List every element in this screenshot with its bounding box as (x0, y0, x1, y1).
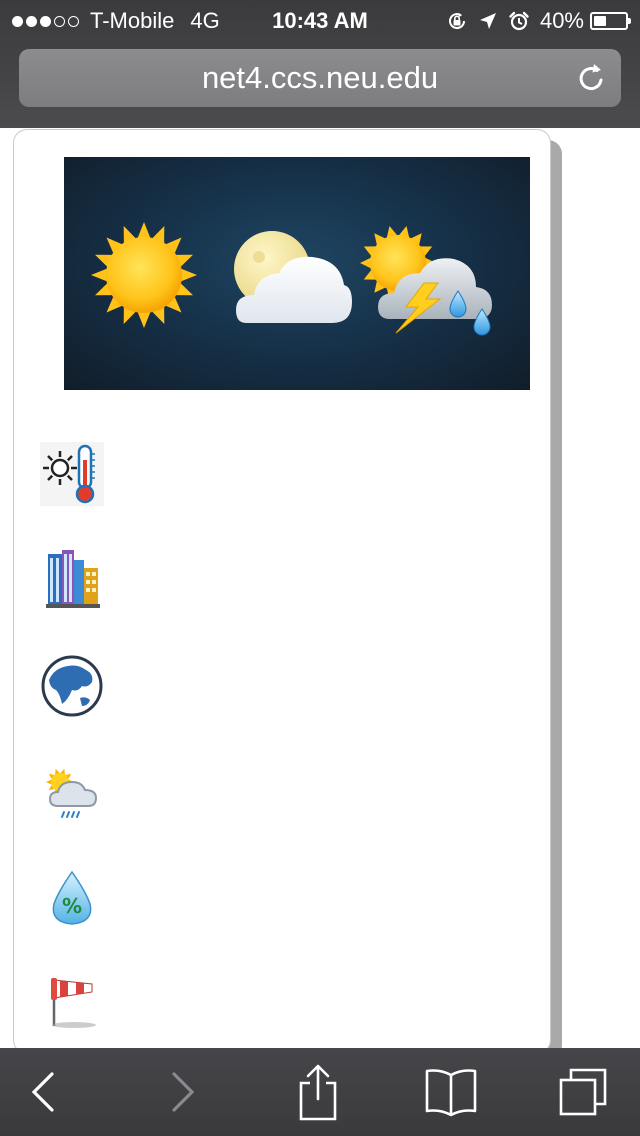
sun-rain-cloud-icon[interactable] (40, 762, 104, 826)
tabs-button[interactable] (533, 1048, 633, 1136)
city-buildings-icon[interactable] (40, 548, 104, 612)
humidity-percent-symbol: % (62, 894, 82, 918)
battery-percentage: 40% (539, 8, 584, 33)
sun-storm-rain-icon (360, 226, 492, 336)
reload-icon[interactable] (577, 62, 607, 94)
back-button[interactable] (0, 1048, 93, 1136)
alarm-clock-icon (509, 11, 529, 31)
moon-cloud-icon (234, 231, 352, 323)
address-bar[interactable]: net4.ccs.neu.edu (19, 49, 621, 107)
banner-artwork (91, 222, 492, 336)
forward-button[interactable] (133, 1048, 233, 1136)
windsock-icon[interactable] (40, 972, 104, 1036)
location-arrow-icon (479, 13, 496, 29)
weather-banner (64, 157, 530, 390)
open-book-icon (425, 1069, 477, 1117)
status-bar: T-Mobile 4G 10:43 AM 40% (0, 0, 640, 40)
bookmarks-button[interactable] (401, 1048, 501, 1136)
chevron-right-icon (172, 1072, 195, 1112)
sun-icon (91, 222, 197, 328)
globe-icon[interactable] (40, 654, 104, 718)
tabs-icon (559, 1068, 607, 1116)
share-icon (299, 1064, 337, 1121)
url-text: net4.ccs.neu.edu (201, 60, 439, 95)
browser-toolbar (0, 1048, 640, 1136)
humidity-drop-icon[interactable]: % (40, 868, 104, 932)
share-button[interactable] (268, 1048, 368, 1136)
battery-icon (590, 12, 631, 30)
orientation-lock-icon (448, 13, 465, 30)
chevron-left-icon (31, 1072, 54, 1112)
thermometer-sun-icon[interactable] (40, 442, 104, 506)
browser-top-bar: T-Mobile 4G 10:43 AM 40% net4.ccs.neu.ed… (0, 0, 640, 128)
